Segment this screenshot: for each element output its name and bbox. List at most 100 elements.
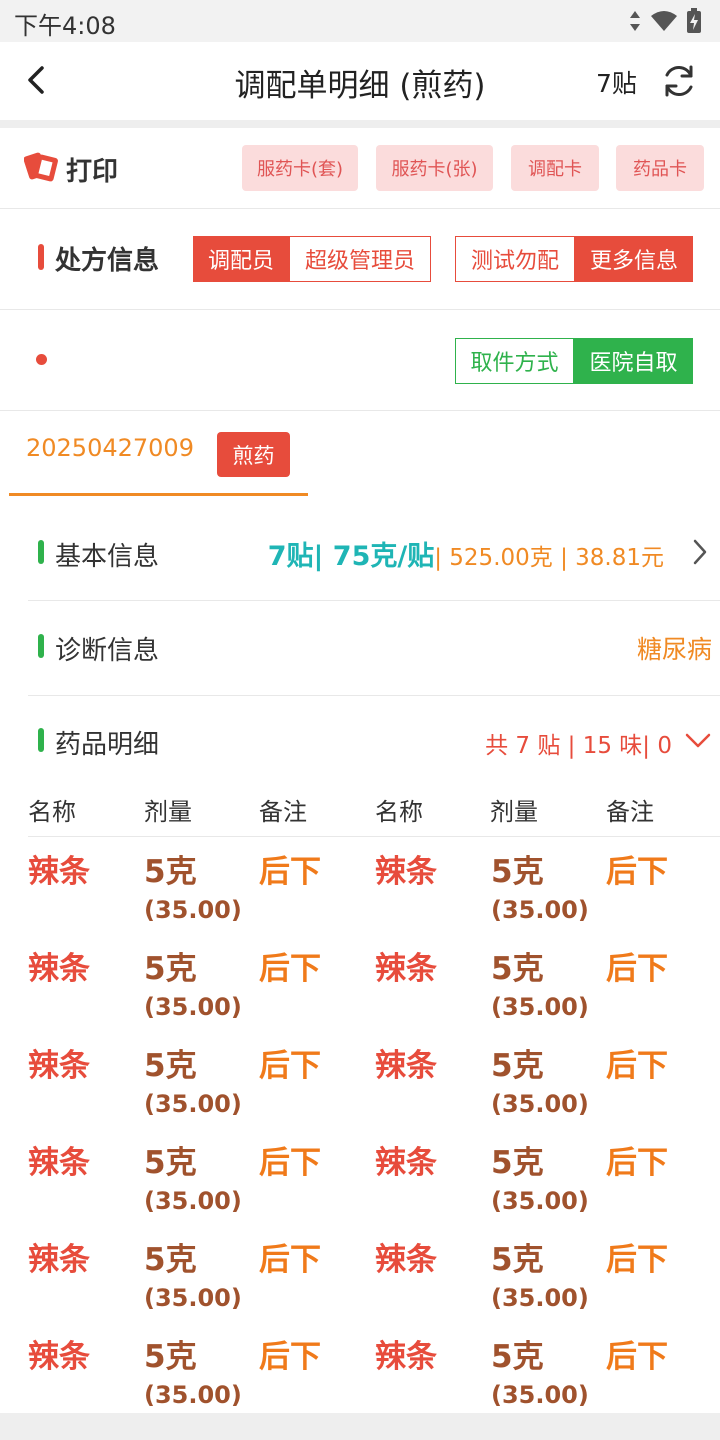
medicine-note: 后下	[259, 1339, 321, 1375]
status-icons	[628, 8, 702, 34]
status-time: 下午4:08	[14, 12, 116, 40]
section-marker	[38, 244, 44, 270]
basic-info-summary[interactable]: 7贴| 75克/贴| 525.00克 | 38.81元	[268, 534, 664, 573]
medicine-note: 后下	[606, 1145, 668, 1181]
data-arrows-icon	[630, 11, 640, 31]
medicine-name: 辣条	[375, 1242, 437, 1278]
column-header-note: 备注	[259, 798, 307, 826]
medicine-note: 后下	[606, 1339, 668, 1375]
detail-content: 打印 服药卡(套) 服药卡(张) 调配卡 药品卡 处方信息 调配员 超级管理员 …	[0, 128, 720, 1413]
medicine-note: 后下	[606, 1048, 668, 1084]
dose-per-pack: 7贴| 75克/贴	[267, 541, 435, 572]
medicine-price: (35.00)	[491, 1284, 589, 1312]
separator	[0, 120, 720, 128]
section-marker	[38, 540, 44, 564]
medicine-price: (35.00)	[491, 1187, 589, 1215]
medicine-price: (35.00)	[144, 1381, 242, 1409]
chevron-down-icon[interactable]	[684, 728, 712, 752]
diagnosis-title: 诊断信息	[55, 636, 160, 666]
more-info-button[interactable]: 更多信息	[575, 236, 693, 282]
medicine-dose: 5克	[491, 1339, 544, 1375]
medicine-note: 后下	[606, 1242, 668, 1278]
medicine-dose: 5克	[144, 854, 197, 890]
medicine-name: 辣条	[375, 1145, 437, 1181]
divider	[28, 695, 720, 696]
pickup-method-label: 取件方式	[455, 338, 574, 384]
medicine-dose: 5克	[144, 1145, 197, 1181]
prescription-info-title: 处方信息	[55, 246, 160, 276]
test-tag: 测试勿配	[455, 236, 575, 282]
medicine-price: (35.00)	[144, 993, 242, 1021]
drug-card-button[interactable]: 药品卡	[616, 145, 704, 191]
medicine-price: (35.00)	[491, 896, 589, 924]
divider	[28, 836, 720, 837]
medicine-note: 后下	[259, 1242, 321, 1278]
battery-icon	[687, 8, 701, 33]
dispenser-label: 调配员	[193, 236, 289, 282]
dispenser-value: 超级管理员	[289, 236, 431, 282]
section-marker	[38, 634, 44, 658]
medicine-dose: 5克	[144, 951, 197, 987]
column-header-note: 备注	[606, 798, 654, 826]
medicine-name: 辣条	[28, 1048, 90, 1084]
back-button[interactable]	[16, 60, 56, 100]
column-header-name: 名称	[28, 798, 76, 826]
medicine-dose: 5克	[144, 1048, 197, 1084]
medicine-dose: 5克	[144, 1339, 197, 1375]
medicine-name: 辣条	[28, 951, 90, 987]
section-marker	[38, 728, 44, 752]
medicine-dose: 5克	[491, 1242, 544, 1278]
medicine-dose: 5克	[491, 854, 544, 890]
medicine-name: 辣条	[375, 1339, 437, 1375]
decoction-badge: 煎药	[217, 432, 290, 477]
medicine-name: 辣条	[28, 854, 90, 890]
weight-price: | 525.00克 | 38.81元	[434, 545, 664, 571]
medicine-name: 辣条	[375, 951, 437, 987]
medicine-note: 后下	[259, 1145, 321, 1181]
print-row: 打印 服药卡(套) 服药卡(张) 调配卡 药品卡	[0, 128, 720, 208]
medicine-note: 后下	[606, 951, 668, 987]
medicine-dose: 5克	[491, 1048, 544, 1084]
status-bar: 下午4:08	[0, 0, 720, 42]
chevron-right-icon[interactable]	[690, 538, 710, 566]
medicine-dose: 5克	[144, 1242, 197, 1278]
divider	[0, 309, 720, 310]
medicine-note: 后下	[606, 854, 668, 890]
medicine-dose: 5克	[491, 1145, 544, 1181]
divider	[28, 600, 720, 601]
medicine-price: (35.00)	[491, 1381, 589, 1409]
medication-card-set-button[interactable]: 服药卡(套)	[242, 145, 358, 191]
medicine-note: 后下	[259, 1048, 321, 1084]
pickup-method-value[interactable]: 医院自取	[574, 338, 693, 384]
medicine-price: (35.00)	[144, 1090, 242, 1118]
print-icon	[24, 152, 58, 182]
medicine-name: 辣条	[375, 854, 437, 890]
column-header-dose: 剂量	[490, 798, 538, 826]
medicine-details-title: 药品明细	[55, 730, 160, 760]
refresh-icon	[665, 65, 693, 97]
dispensing-card-button[interactable]: 调配卡	[511, 145, 599, 191]
medication-card-sheet-button[interactable]: 服药卡(张)	[376, 145, 493, 191]
medicine-price: (35.00)	[144, 896, 242, 924]
wifi-icon	[651, 11, 677, 31]
medicine-dose: 5克	[491, 951, 544, 987]
column-header-dose: 剂量	[144, 798, 192, 826]
divider	[0, 410, 720, 411]
medicine-price: (35.00)	[491, 993, 589, 1021]
bottom-strip	[0, 1413, 720, 1440]
medicine-note: 后下	[259, 854, 321, 890]
diagnosis-value: 糖尿病	[636, 635, 712, 664]
medicine-name: 辣条	[28, 1242, 90, 1278]
refresh-button[interactable]	[660, 62, 698, 100]
divider	[0, 208, 720, 209]
medicine-name: 辣条	[375, 1048, 437, 1084]
status-dot	[36, 354, 47, 365]
medicine-price: (35.00)	[144, 1284, 242, 1312]
print-label: 打印	[66, 157, 119, 187]
medicine-price: (35.00)	[144, 1187, 242, 1215]
order-number[interactable]: 20250427009	[26, 434, 194, 462]
chevron-left-icon	[28, 66, 44, 94]
dose-count: 7贴	[596, 69, 637, 98]
medicine-summary: 共 7 贴 | 15 味| 0	[485, 733, 672, 759]
medicine-name: 辣条	[28, 1145, 90, 1181]
